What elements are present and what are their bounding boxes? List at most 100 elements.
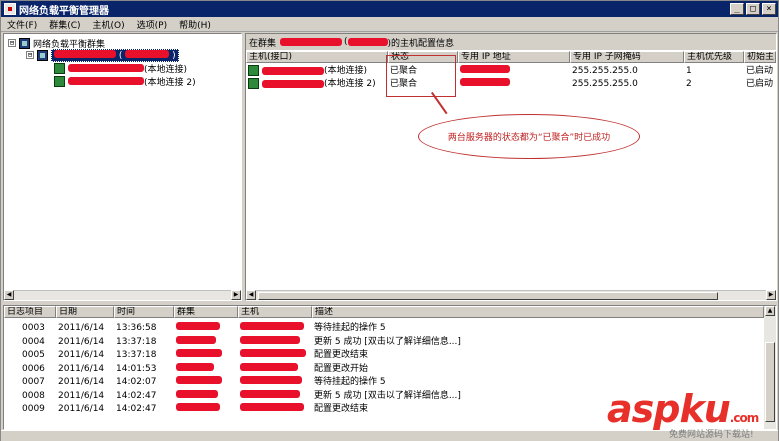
redacted-cluster-ip	[347, 38, 388, 46]
redacted-cluster	[176, 349, 222, 357]
redacted-cluster	[176, 389, 218, 398]
redacted-cluster-cell	[176, 335, 220, 348]
menu-file[interactable]: 文件(F)	[1, 18, 43, 31]
log-time: 13:37:18	[116, 336, 157, 347]
title-bar[interactable]: 网络负载平衡管理器 _ □ ×	[1, 1, 778, 17]
log-date: 2011/6/14	[58, 363, 105, 374]
redacted-cluster	[176, 376, 222, 384]
cluster-paren-open: (	[118, 50, 123, 61]
redacted-host-cell	[240, 322, 308, 334]
col-dedicated-ip[interactable]: 专用 IP 地址	[458, 51, 570, 63]
collapse-icon[interactable]: ⊟	[8, 39, 16, 47]
scroll-right-icon[interactable]: ▶	[766, 290, 776, 300]
redacted-host	[240, 376, 302, 384]
row-1-mask: 255.255.255.0	[572, 66, 638, 76]
tree-cluster[interactable]: ⊟ ( )	[26, 48, 179, 62]
redacted-host	[240, 389, 300, 398]
tree-hscrollbar[interactable]: ◀ ▶	[4, 290, 241, 300]
redacted-host-cell	[240, 389, 304, 402]
col-initial-state[interactable]: 初始主	[744, 51, 776, 63]
menu-host[interactable]: 主机(O)	[87, 18, 131, 31]
col-log-date[interactable]: 日期	[56, 306, 114, 318]
host-icon	[54, 62, 65, 74]
log-description: 配置更改开始	[314, 363, 369, 374]
minimize-button[interactable]: _	[730, 3, 744, 15]
col-log-description[interactable]: 描述	[312, 306, 764, 318]
redacted-cluster-name	[280, 38, 343, 46]
col-log-id[interactable]: 日志项目	[4, 306, 56, 318]
window-title: 网络负载平衡管理器	[19, 5, 109, 17]
log-id: 0008	[22, 390, 45, 401]
redacted-cluster	[176, 362, 214, 371]
col-subnet-mask[interactable]: 专用 IP 子网掩码	[570, 51, 684, 63]
row-1-priority: 1	[686, 66, 692, 76]
collapse-icon[interactable]: ⊟	[26, 51, 34, 59]
log-id: 0007	[22, 377, 45, 387]
col-host-interface[interactable]: 主机(接口)	[246, 51, 388, 63]
scroll-left-icon[interactable]: ◀	[4, 290, 14, 300]
log-date: 2011/6/14	[58, 377, 105, 387]
watermark-subtitle: 免费网站源码下载站!	[669, 430, 754, 440]
annotation-callout: 两台服务器的状态都为“已聚合”时已成功	[418, 114, 640, 159]
row-2-host: (本地连接 2)	[248, 78, 388, 90]
redacted-ip	[460, 78, 510, 86]
menu-help[interactable]: 帮助(H)	[173, 18, 217, 31]
scroll-up-icon[interactable]: ▲	[765, 306, 775, 316]
redacted-host	[240, 349, 306, 357]
row-2-priority: 2	[686, 79, 692, 89]
maximize-button[interactable]: □	[746, 3, 760, 15]
host-1-interface: (本地连接)	[144, 64, 188, 75]
config-panel-header: 在群集 ( )的主机配置信息	[246, 34, 776, 50]
tree-root[interactable]: ⊟ 网络负载平衡群集	[8, 37, 105, 50]
log-id: 0003	[22, 323, 45, 333]
redacted-host	[240, 335, 300, 344]
header-prefix: 在群集	[249, 38, 277, 49]
scroll-right-icon[interactable]: ▶	[231, 290, 241, 300]
log-time: 13:36:58	[116, 323, 157, 333]
menu-options[interactable]: 选项(P)	[131, 18, 173, 31]
row-1-initial: 已启动	[746, 66, 774, 76]
app-window: 网络负载平衡管理器 _ □ × 文件(F) 群集(C) 主机(O) 选项(P) …	[0, 0, 779, 441]
row-2-mask: 255.255.255.0	[572, 79, 638, 89]
redacted-host	[240, 403, 304, 411]
scroll-left-icon[interactable]: ◀	[246, 290, 256, 300]
status-highlight-box	[386, 55, 456, 97]
host-2-interface: (本地连接 2)	[144, 77, 196, 88]
menu-cluster[interactable]: 群集(C)	[43, 18, 86, 31]
redacted-cluster-cell	[176, 389, 222, 402]
redacted-host-cell	[240, 362, 302, 375]
tree-host-2[interactable]: (本地连接 2)	[54, 75, 196, 88]
cluster-tree[interactable]: ⊟ 网络负载平衡群集 ⊟ ( ) (本地连接) (本地连接 2) ◀ ▶	[3, 33, 242, 301]
redacted-cluster	[176, 322, 220, 330]
log-time: 14:02:07	[116, 377, 157, 387]
redacted-host	[240, 362, 298, 371]
scroll-thumb[interactable]	[258, 292, 718, 300]
log-time: 14:02:47	[116, 404, 157, 414]
redacted-cluster	[176, 335, 216, 344]
close-button[interactable]: ×	[762, 3, 776, 15]
config-hscrollbar[interactable]: ◀ ▶	[246, 290, 776, 300]
redacted-host-cell	[240, 403, 308, 415]
cluster-icon	[37, 49, 48, 61]
redacted-cluster-name	[54, 49, 116, 58]
watermark-logo-text: aspku	[607, 387, 731, 431]
col-log-time[interactable]: 时间	[114, 306, 174, 318]
row-2-interface: (本地连接 2)	[324, 79, 376, 89]
tree-host-1[interactable]: (本地连接)	[54, 62, 188, 75]
log-date: 2011/6/14	[58, 323, 105, 333]
log-description: 更新 5 成功 [双击以了解详细信息...]	[314, 336, 461, 347]
redacted-host-cell	[240, 376, 306, 388]
redacted-host-name	[262, 66, 324, 75]
col-log-host[interactable]: 主机	[238, 306, 312, 318]
redacted-host-name	[262, 79, 324, 88]
log-date: 2011/6/14	[58, 350, 105, 360]
host-icon	[248, 65, 259, 76]
col-host-priority[interactable]: 主机优先级	[684, 51, 744, 63]
nlb-manager-icon	[4, 3, 16, 15]
nlb-root-icon	[19, 37, 30, 49]
redacted-cluster-cell	[176, 376, 226, 388]
col-log-cluster[interactable]: 群集	[174, 306, 238, 318]
cluster-selected-label[interactable]: ( )	[51, 48, 179, 62]
host-config-panel: 在群集 ( )的主机配置信息 主机(接口) 状态 专用 IP 地址 专用 IP …	[245, 33, 777, 301]
log-time: 13:37:18	[116, 350, 157, 360]
